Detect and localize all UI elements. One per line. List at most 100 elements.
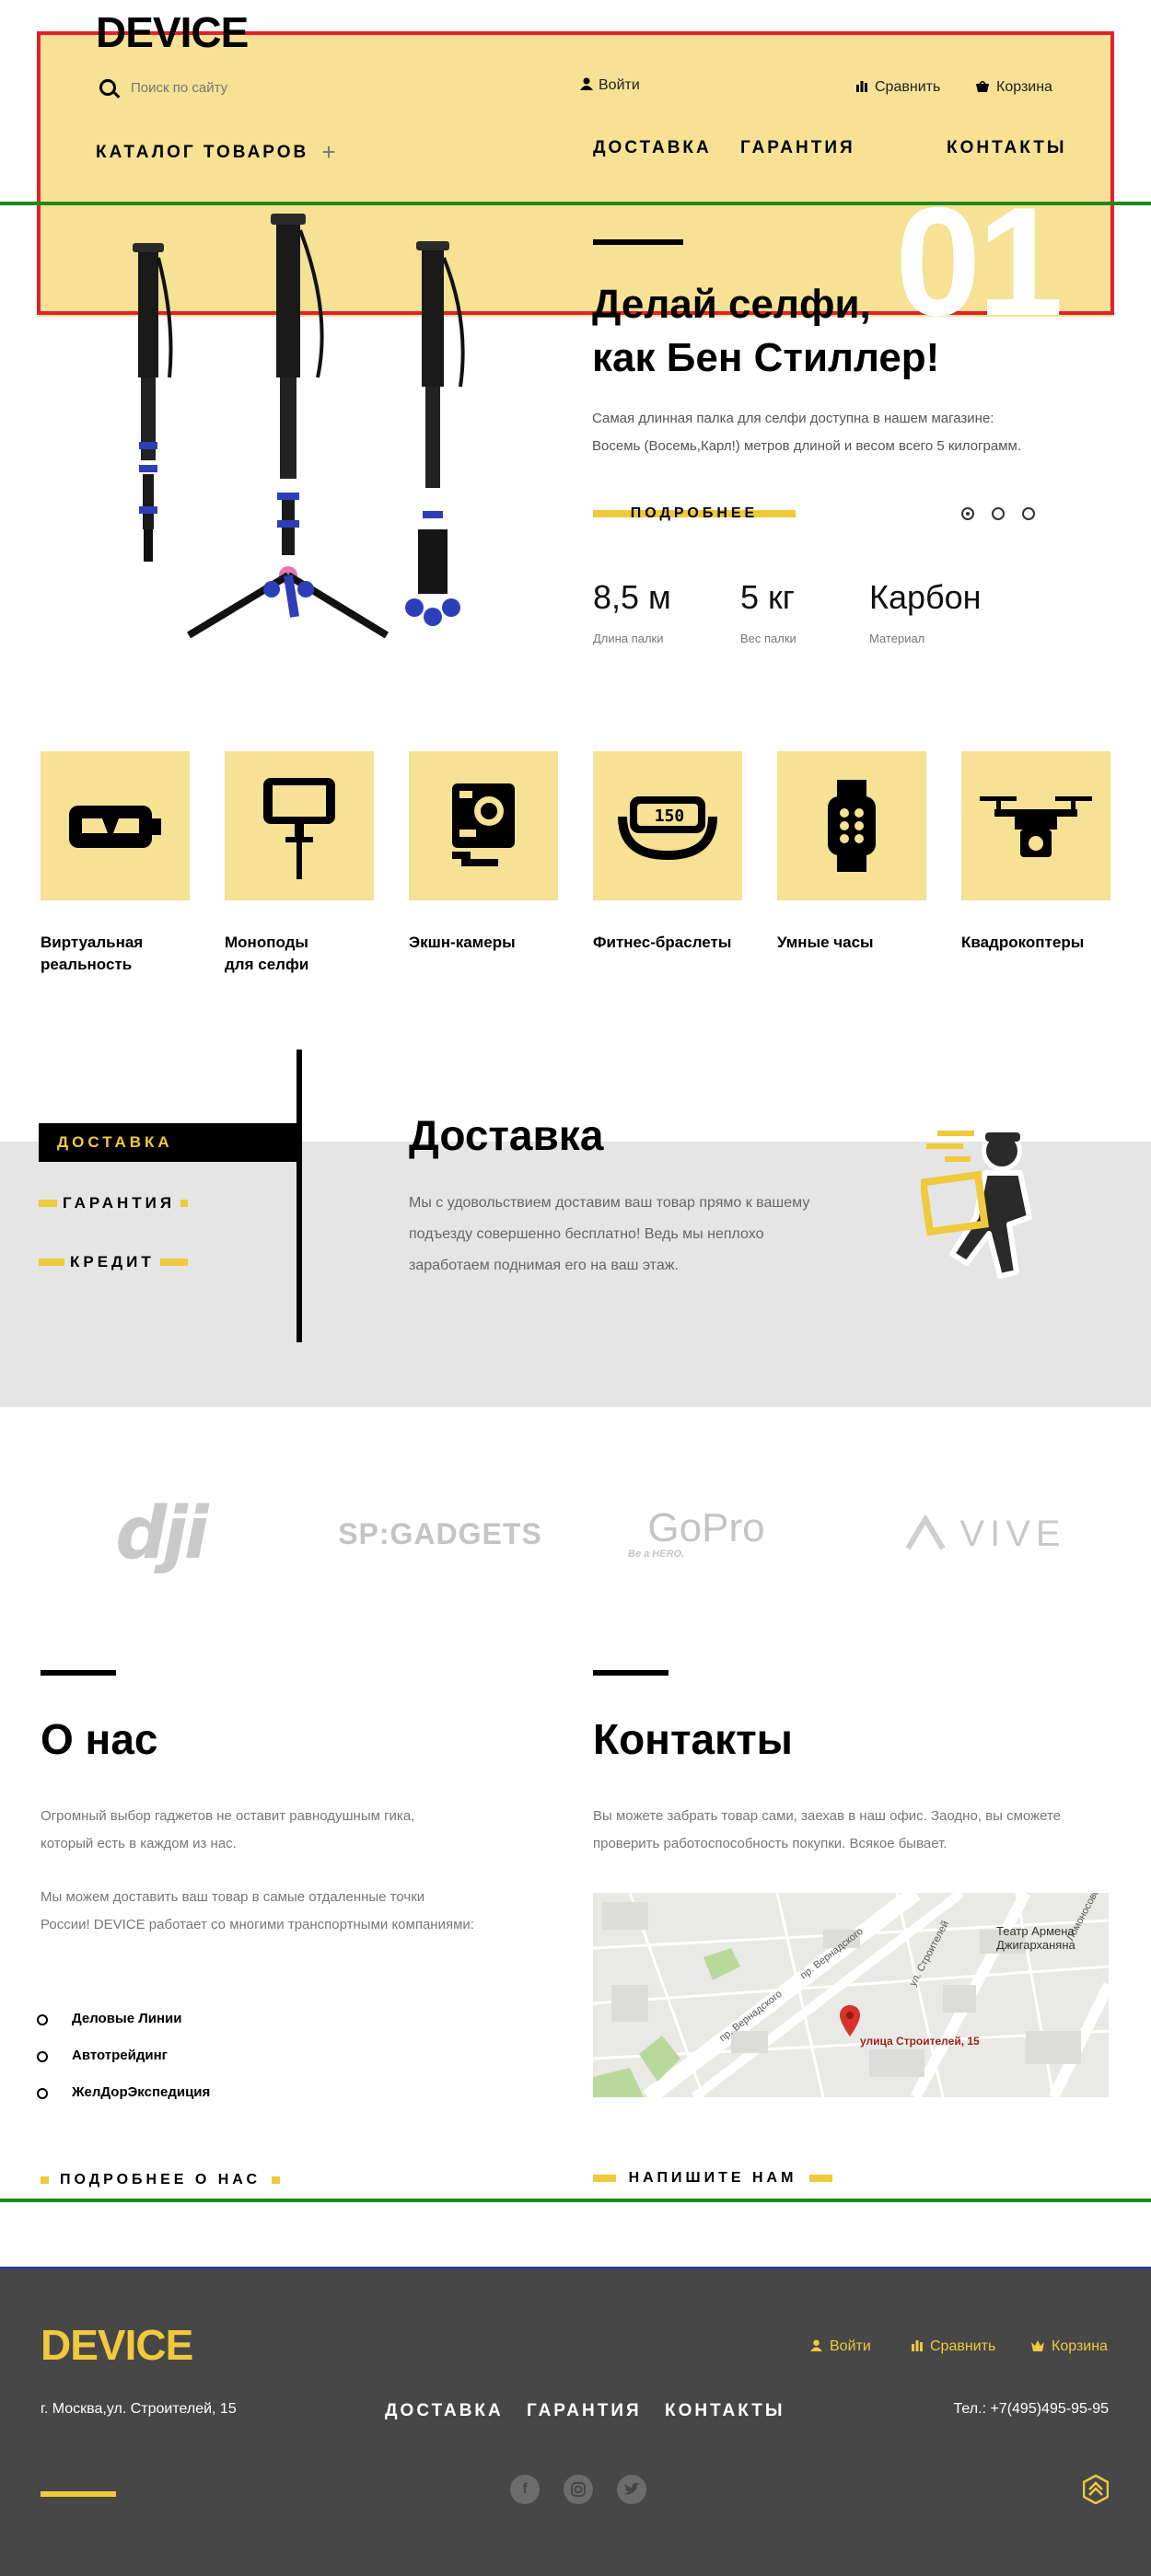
- about-p2-line1: Мы можем доставить ваш товар в самые отд…: [41, 1889, 425, 1905]
- user-icon: [810, 2339, 822, 2351]
- twitter-icon[interactable]: [617, 2475, 646, 2504]
- category-action-cameras-line1: Экшн-камеры: [409, 934, 516, 951]
- category-smart-watches-name: Умные часы: [777, 932, 926, 954]
- hero-title: Делай селфи, как Бен Стиллер!: [592, 278, 939, 385]
- footer-nav-contacts[interactable]: КОНТАКТЫ: [665, 2401, 785, 2421]
- brand-gopro[interactable]: GoPro Be a HERO.: [622, 1497, 790, 1571]
- login-link[interactable]: Войти: [580, 77, 640, 94]
- list-item: ЖелДорЭкспедиция: [36, 2084, 211, 2100]
- stat-length-label: Длина палки: [593, 632, 664, 645]
- category-drones[interactable]: Квадрокоптеры: [961, 751, 1110, 954]
- footer-nav-warranty[interactable]: ГАРАНТИЯ: [527, 2401, 642, 2421]
- courier-icon: [921, 1131, 1032, 1279]
- about-paragraph-2: Мы можем доставить ваш товар в самые отд…: [41, 1884, 538, 1939]
- service-desc-line3: заработаем поднимая его на ваш этаж.: [409, 1258, 679, 1273]
- category-action-cameras-name: Экшн-камеры: [409, 932, 558, 954]
- footer-logo[interactable]: DEVICE: [41, 2320, 193, 2370]
- category-smart-watches-line1: Умные часы: [777, 934, 874, 951]
- smart-watch-icon: [828, 780, 876, 872]
- about-title: О нас: [41, 1715, 158, 1763]
- services-divider: [296, 1050, 302, 1342]
- category-action-cameras[interactable]: Экшн-камеры: [409, 751, 558, 954]
- category-vr-line1: Виртуальная: [41, 934, 144, 951]
- category-smart-watches-tile: [777, 751, 926, 900]
- site-logo[interactable]: DEVICE: [96, 7, 249, 57]
- category-monopods-line2: для селфи: [225, 956, 309, 973]
- facebook-icon[interactable]: f: [510, 2475, 540, 2504]
- catalog-menu[interactable]: КАТАЛОГ ТОВАРОВ +: [96, 138, 339, 167]
- nav-contacts[interactable]: КОНТАКТЫ: [947, 138, 1067, 158]
- slider-dot-2[interactable]: [992, 507, 1005, 520]
- write-us-button[interactable]: НАПИШИТЕ НАМ: [593, 2165, 832, 2191]
- map-poi-label: Театр Армена Джигарханяна: [996, 1924, 1075, 1952]
- footer-cart-link[interactable]: Корзина: [1031, 2338, 1108, 2355]
- category-vr-tile: [41, 751, 190, 900]
- list-item: Автотрейдинг: [37, 2048, 168, 2063]
- hero-title-line2: как Бен Стиллер!: [592, 335, 940, 380]
- cart-icon: [976, 79, 989, 92]
- drone-icon: [980, 796, 1092, 857]
- stat-length-value: 8,5 м: [593, 578, 671, 616]
- search-input[interactable]: [131, 74, 407, 101]
- slider-dot-1[interactable]: [961, 507, 974, 520]
- search-icon[interactable]: [99, 79, 116, 96]
- footer-compare-label: Сравнить: [930, 2338, 996, 2354]
- stat-weight-value: 5 кг: [740, 578, 795, 616]
- category-fitness-bands[interactable]: 150 Фитнес-браслеты: [593, 751, 742, 954]
- cart-link[interactable]: Корзина: [976, 79, 1052, 96]
- category-fitness-bands-tile: 150: [593, 751, 742, 900]
- brand-vive[interactable]: VIVE: [893, 1497, 1077, 1571]
- brand-dji-logo: dji: [115, 1492, 208, 1575]
- map-pin-icon[interactable]: [840, 2005, 860, 2036]
- nav-warranty[interactable]: ГАРАНТИЯ: [740, 138, 855, 158]
- compare-link[interactable]: Сравнить: [856, 79, 940, 96]
- category-monopods[interactable]: Моноподы для селфи: [225, 751, 374, 976]
- category-vr-name: Виртуальная реальность: [41, 932, 190, 976]
- brand-gopro-logo: GoPro: [647, 1505, 765, 1550]
- cart-label: Корзина: [996, 79, 1052, 95]
- brand-sp-gadgets-logo: SP:GADGETS: [338, 1516, 542, 1550]
- about-rule: [41, 1670, 116, 1676]
- footer-address: г. Москва,ул. Строителей, 15: [41, 2401, 237, 2417]
- tab-credit-label: КРЕДИТ: [64, 1243, 160, 1282]
- footer-phone: Тел.: +7(495)495-95-95: [953, 2401, 1109, 2417]
- catalog-label: КАТАЛОГ ТОВАРОВ: [96, 143, 309, 162]
- footer-rule: [41, 2491, 116, 2497]
- about-p2-line2: России! DEVICE работает со многими транс…: [41, 1917, 474, 1932]
- footer-login-link[interactable]: Войти: [810, 2338, 871, 2355]
- footer-nav-delivery[interactable]: ДОСТАВКА: [385, 2401, 504, 2421]
- about-more-button[interactable]: ПОДРОБНЕЕ О НАС: [41, 2167, 280, 2193]
- about-p1-line1: Огромный выбор гаджетов не оставит равно…: [41, 1808, 415, 1824]
- vr-headset-icon: [69, 806, 161, 848]
- vive-triangle-icon: [905, 1515, 947, 1550]
- hero-title-rule: [593, 239, 683, 245]
- category-monopods-name: Моноподы для селфи: [225, 932, 374, 976]
- brand-dji[interactable]: dji: [96, 1492, 225, 1575]
- slider-dot-3[interactable]: [1022, 507, 1035, 520]
- tab-delivery[interactable]: ДОСТАВКА: [39, 1123, 298, 1162]
- plus-icon: +: [321, 138, 339, 166]
- action-camera-icon: [452, 783, 515, 866]
- category-vr[interactable]: Виртуальная реальность: [41, 751, 190, 976]
- compare-icon: [856, 81, 867, 92]
- office-map[interactable]: пр. Вернадского пр. Вернадского ул. Стро…: [593, 1893, 1109, 2097]
- category-smart-watches[interactable]: Умные часы: [777, 751, 926, 954]
- hero-more-button[interactable]: ПОДРОБНЕЕ: [593, 501, 796, 527]
- site-footer: DEVICE Войти Сравнить Корзина г. Москва,…: [0, 2269, 1151, 2576]
- category-monopods-tile: [225, 751, 374, 900]
- about-paragraph-1: Огромный выбор гаджетов не оставит равно…: [41, 1803, 519, 1858]
- hero-title-line1: Делай селфи,: [592, 282, 871, 327]
- brand-sp-gadgets[interactable]: SP:GADGETS: [320, 1497, 560, 1571]
- service-desc-line1: Мы с удовольствием доставим ваш товар пр…: [409, 1195, 810, 1211]
- scroll-up-icon[interactable]: [1083, 2475, 1109, 2504]
- stat-weight-label: Вес палки: [740, 632, 796, 645]
- category-action-cameras-tile: [409, 751, 558, 900]
- about-more-label: ПОДРОБНЕЕ О НАС: [48, 2172, 273, 2187]
- instagram-icon[interactable]: [564, 2475, 593, 2504]
- tab-warranty-label: ГАРАНТИЯ: [57, 1184, 181, 1223]
- footer-compare-link[interactable]: Сравнить: [912, 2338, 995, 2355]
- nav-delivery[interactable]: ДОСТАВКА: [593, 138, 712, 158]
- service-title: Доставка: [409, 1111, 604, 1159]
- contacts-text-line1: Вы можете забрать товар сами, заехав в н…: [593, 1808, 1061, 1824]
- map-address-label: улица Строителей, 15: [860, 2035, 980, 2048]
